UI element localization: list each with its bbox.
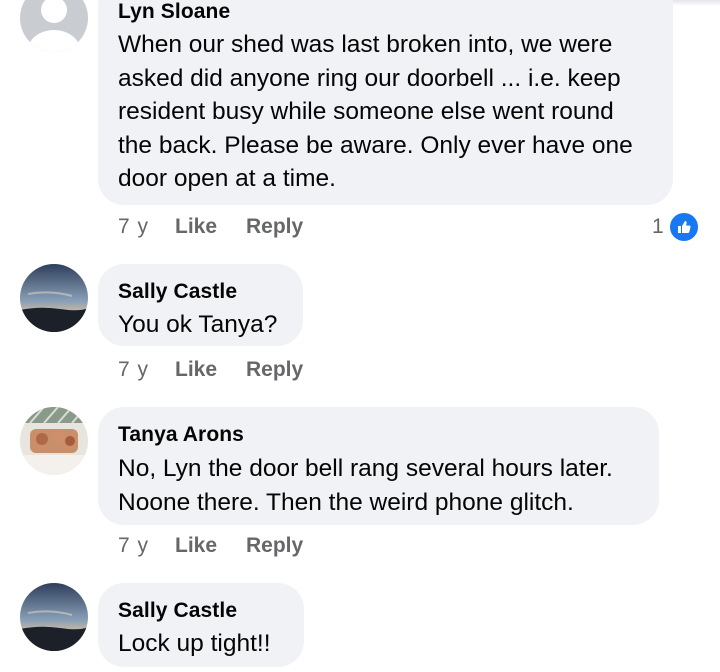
comment-line: door open at a time. — [118, 165, 336, 192]
comment-line: the back. Please be aware. Only ever hav… — [118, 131, 633, 159]
reaction-count: 1 — [652, 215, 664, 238]
comment-author[interactable]: Lyn Sloane — [118, 0, 653, 24]
comment-text: You ok Tanya? — [118, 311, 278, 338]
comment-author[interactable]: Tanya Arons — [118, 423, 639, 447]
comment-line: asked did anyone ring our doorbell ... i… — [118, 64, 621, 92]
avatar-sally-castle[interactable] — [20, 583, 88, 651]
reply-button[interactable]: Reply — [246, 534, 303, 558]
comment-line: When our shed was last broken into, we w… — [118, 31, 613, 58]
comment-bubble: Sally Castle Lock up tight!! — [98, 583, 304, 667]
reply-button[interactable]: Reply — [246, 215, 303, 239]
comment-text: Lock up tight!! — [118, 630, 271, 657]
comment-line: resident busy while someone else went ro… — [118, 98, 614, 125]
timestamp[interactable]: 7 y — [118, 534, 149, 558]
comment-author[interactable]: Sally Castle — [118, 599, 284, 623]
comment-author[interactable]: Sally Castle — [118, 280, 283, 304]
avatar-default[interactable] — [20, 0, 88, 52]
comment-bubble: Tanya Arons No, Lyn the door bell rang s… — [98, 407, 659, 525]
comment-line: No, Lyn the door bell rang several hours… — [118, 455, 613, 482]
thumbs-up-icon — [667, 211, 700, 243]
comment-text: When our shed was last broken into, we w… — [118, 28, 653, 196]
reply-button[interactable]: Reply — [246, 358, 303, 382]
comment-bubble: Lyn Sloane When our shed was last broken… — [98, 0, 673, 205]
comment-line: Noone there. Then the weird phone glitch… — [118, 488, 574, 516]
comment-text: No, Lyn the door bell rang several hours… — [118, 452, 639, 519]
like-button[interactable]: Like — [175, 358, 217, 382]
like-button[interactable]: Like — [175, 534, 217, 558]
avatar-tanya-arons[interactable] — [20, 407, 88, 475]
comment-bubble: Sally Castle You ok Tanya? — [98, 264, 303, 346]
reaction-summary[interactable]: 1 — [652, 211, 700, 243]
like-button[interactable]: Like — [175, 215, 217, 239]
timestamp[interactable]: 7 y — [118, 358, 149, 382]
avatar-sally-castle[interactable] — [20, 264, 88, 332]
timestamp[interactable]: 7 y — [118, 215, 149, 239]
